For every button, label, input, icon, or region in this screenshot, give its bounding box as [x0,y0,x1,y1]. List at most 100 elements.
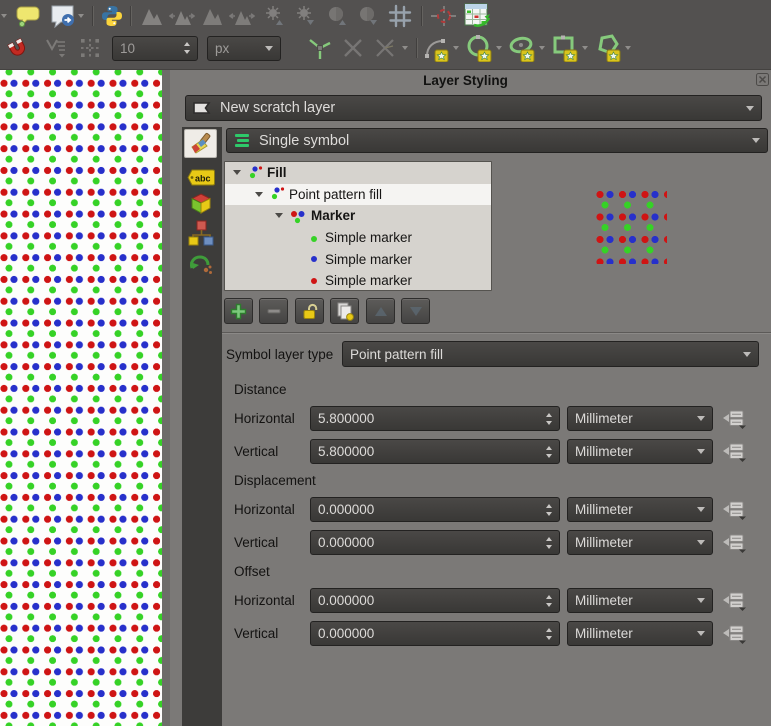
map-canvas[interactable] [0,70,170,726]
brightness-up-icon [262,4,286,28]
toolbar-snapping: 10 px [0,33,634,63]
tree-row-fill[interactable]: Fill [225,162,491,184]
unit-value: Millimeter [575,626,633,641]
spin-up-icon[interactable] [546,595,552,599]
symbol-layer-type-combo[interactable]: Point pattern fill [342,341,759,367]
snapping-options-button[interactable] [43,35,69,61]
raster-stretch-button[interactable] [139,3,165,29]
spin-down-icon[interactable] [546,421,552,425]
delete-vertex-button[interactable] [340,35,366,61]
spin-down-icon[interactable] [546,636,552,640]
attribute-table-button[interactable] [464,3,490,29]
renderer-selector-combo[interactable]: Single symbol [226,128,768,153]
spin-up-icon[interactable] [546,504,552,508]
tab-symbology[interactable] [184,129,217,158]
displacement-vertical-unit-combo[interactable]: Millimeter [567,530,713,555]
offset-horizontal-unit-combo[interactable]: Millimeter [567,588,713,613]
lock-symbol-layer-button[interactable] [295,298,324,324]
text-annotation-button[interactable] [49,3,75,29]
vertex-tool-button[interactable] [307,35,333,61]
duplicate-symbol-layer-button[interactable] [330,298,359,324]
spin-up-icon[interactable] [546,537,552,541]
brightness-up-button[interactable] [261,3,287,29]
spin-down-icon[interactable] [546,545,552,549]
raster-contrast-button[interactable] [199,3,225,29]
tab-history[interactable] [184,249,217,278]
expander-icon[interactable] [255,192,263,197]
delete-dropdown-arrow[interactable] [402,46,408,50]
blue-dot-icon [307,252,321,266]
tab-diagrams[interactable] [184,218,217,247]
offset-horizontal-spinbox[interactable]: 0.000000 [310,588,560,613]
tab-3d-view[interactable] [184,189,217,218]
remove-symbol-layer-button[interactable] [259,298,288,324]
shape-dropdown-arrow[interactable] [625,46,631,50]
shape-dropdown-arrow[interactable] [582,46,588,50]
add-symbol-layer-button[interactable] [224,298,253,324]
separator [222,332,771,334]
overflow-arrow[interactable] [1,14,7,18]
map-tips-button[interactable] [16,3,42,29]
distance-horizontal-unit-combo[interactable]: Millimeter [567,406,713,431]
spin-down-icon[interactable] [546,454,552,458]
offset-vertical-spinbox[interactable]: 0.000000 [310,621,560,646]
snapping-magnet-button[interactable] [5,35,31,61]
tree-row-point-pattern-fill[interactable]: Point pattern fill [225,184,491,206]
displacement-horizontal-spinbox[interactable]: 0.000000 [310,497,560,522]
expander-icon[interactable] [233,170,241,175]
distance-vertical-override-button[interactable] [721,441,748,462]
offset-horizontal-override-button[interactable] [721,590,748,611]
distance-horizontal-override-button[interactable] [721,408,748,429]
tree-row-simple-marker-red[interactable]: Simple marker [225,270,491,291]
python-console-button[interactable] [99,3,125,29]
panel-close-button[interactable] [755,72,770,87]
shape-dropdown-arrow[interactable] [453,46,459,50]
displacement-vertical-spinbox[interactable]: 0.000000 [310,530,560,555]
offset-vertical-unit-combo[interactable]: Millimeter [567,621,713,646]
tab-labels[interactable]: abc [184,163,217,192]
move-layer-up-button[interactable] [366,298,395,324]
snap-tolerance-spinbox[interactable]: 10 [112,36,198,61]
spin-up-icon[interactable] [546,413,552,417]
self-snapping-button[interactable] [77,35,103,61]
layer-selector-combo[interactable]: New scratch layer [185,95,762,121]
displacement-horizontal-value: 0.000000 [318,502,540,517]
shape-rectangle-button[interactable] [552,35,578,61]
offset-vertical-override-button[interactable] [721,623,748,644]
expander-icon[interactable] [275,213,283,218]
delete-part-button[interactable] [372,35,398,61]
raster-stretch-extent-button[interactable] [169,3,195,29]
shape-dropdown-arrow[interactable] [539,46,545,50]
contrast-up-button[interactable] [324,3,350,29]
annotation-dropdown-arrow[interactable] [78,14,84,18]
spin-down-icon[interactable] [546,512,552,516]
qgis-window: 10 px [0,0,771,726]
spin-up-icon[interactable] [546,446,552,450]
tree-row-marker[interactable]: Marker [225,205,491,227]
spin-down-icon[interactable] [546,603,552,607]
shape-circular-string-button[interactable] [423,35,449,61]
displacement-vertical-override-button[interactable] [721,532,748,553]
crosshair-button[interactable] [430,3,456,29]
shape-regular-polygon-button[interactable] [595,35,621,61]
shape-circle-button[interactable] [466,35,492,61]
displacement-horizontal-unit-combo[interactable]: Millimeter [567,497,713,522]
distance-vertical-unit-combo[interactable]: Millimeter [567,439,713,464]
magnet-icon [6,36,30,61]
distance-horizontal-spinbox[interactable]: 5.800000 [310,406,560,431]
move-layer-down-button[interactable] [401,298,430,324]
raster-contrast-extent-button[interactable] [229,3,255,29]
contrast-down-button[interactable] [355,3,381,29]
displacement-horizontal-override-button[interactable] [721,499,748,520]
shape-dropdown-arrow[interactable] [496,46,502,50]
spin-up-icon[interactable] [546,628,552,632]
tree-row-simple-marker-green[interactable]: Simple marker [225,227,491,249]
shape-ellipse-button[interactable] [509,35,535,61]
tree-row-simple-marker-blue[interactable]: Simple marker [225,248,491,270]
snap-unit-combo[interactable]: px [207,36,281,61]
brightness-down-button[interactable] [292,3,318,29]
spin-down-icon[interactable] [184,50,190,54]
new-grid-button[interactable] [387,3,413,29]
distance-vertical-spinbox[interactable]: 5.800000 [310,439,560,464]
spin-up-icon[interactable] [184,42,190,46]
